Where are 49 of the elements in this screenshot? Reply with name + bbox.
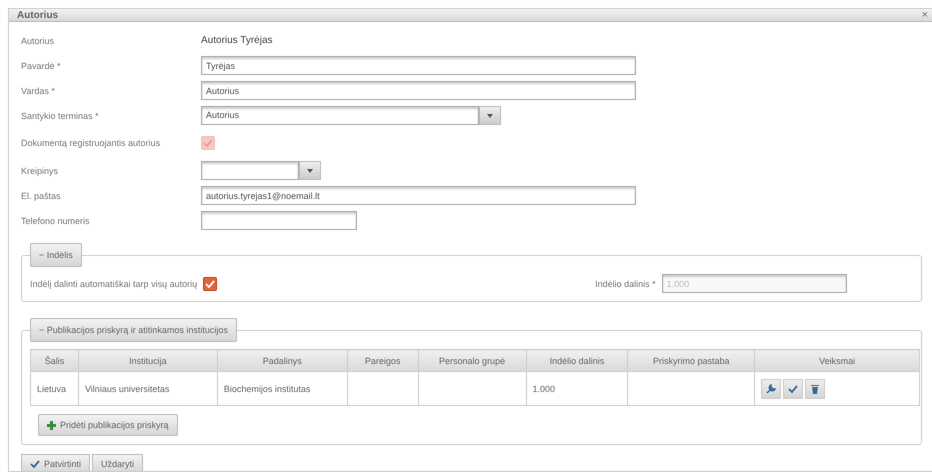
delete-button[interactable] — [805, 378, 826, 398]
check-icon — [205, 278, 216, 288]
check-icon — [788, 384, 798, 394]
column-header: Šalis — [30, 350, 78, 372]
input-field[interactable]: Tyrėjas — [201, 56, 636, 75]
section-toggle[interactable]: − Indėlis — [30, 243, 82, 267]
edit-button[interactable] — [761, 378, 782, 398]
table-cell: 1.000 — [526, 372, 628, 406]
field-label: Dokumentą registruojantis autorius — [21, 138, 162, 148]
close-button[interactable]: × — [922, 9, 928, 21]
column-header: Personalo grupė — [418, 350, 526, 372]
confirm-button[interactable]: Patvirtinti — [21, 454, 90, 471]
check-icon — [30, 459, 40, 469]
table-cell: Biochemijos institutas — [217, 372, 348, 406]
column-header: Pareigos — [347, 350, 418, 372]
table-cell: Vilniaus universitetas — [78, 372, 218, 406]
input-field[interactable]: autorius.tyrejas1@noemail.lt — [201, 186, 636, 205]
trash-icon — [811, 384, 820, 394]
field-label: Indėlio dalinis * — [595, 278, 656, 288]
select-field[interactable] — [201, 161, 321, 180]
window-title: Autorius — [17, 10, 58, 20]
column-header: Institucija — [78, 350, 218, 372]
checkbox[interactable] — [203, 276, 218, 290]
field-label: Pavardė * — [21, 60, 62, 70]
table-cell — [347, 372, 418, 406]
field-label: Telefono numeris — [21, 216, 91, 226]
field-label: Kreipinys — [21, 166, 60, 176]
plus-icon — [47, 420, 56, 430]
column-header: Indėlio dalinis — [526, 350, 628, 372]
column-header: Padalinys — [217, 350, 348, 372]
confirm-button[interactable] — [783, 378, 804, 398]
field-label: Autorius — [21, 36, 56, 46]
column-header: Veiksmai — [754, 350, 920, 372]
caret-icon — [307, 168, 313, 172]
field-value: Autorius Tyrėjas — [201, 35, 273, 46]
column-header: Priskyrimo pastaba — [628, 350, 755, 372]
field-label: El. paštas — [21, 190, 62, 200]
section-toggle[interactable]: − Publikacijos priskyrą ir atitinkamos institucijos — [30, 318, 237, 342]
input-field[interactable]: Autorius — [201, 81, 636, 100]
close-button[interactable]: Uždaryti — [92, 454, 144, 471]
add-button[interactable]: Pridėti publikacijos priskyrą — [38, 414, 178, 436]
table-cell: Lietuva — [30, 372, 78, 406]
check-icon — [203, 138, 213, 148]
wrench-icon — [766, 384, 776, 394]
input-field[interactable] — [201, 211, 357, 230]
field-label: Indėlį dalinti automatiškai tarp visų autorių — [30, 278, 198, 288]
field-label: Vardas * — [21, 86, 56, 96]
caret-icon — [487, 114, 493, 118]
field-label: Santykio terminas * — [21, 110, 100, 120]
